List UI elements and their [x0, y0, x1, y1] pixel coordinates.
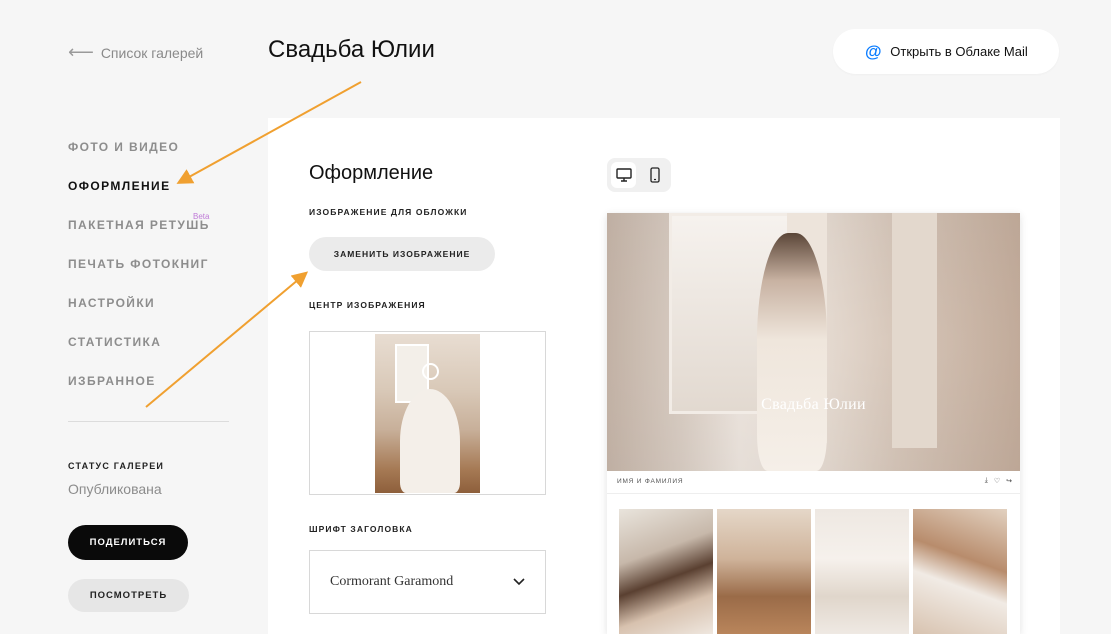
gallery-status-value: Опубликована: [68, 481, 162, 497]
view-button[interactable]: ПОСМОТРЕТЬ: [68, 579, 189, 612]
sidebar-item-batch-retouch[interactable]: ПАКЕТНАЯ РЕТУШЬ Beta: [68, 212, 238, 255]
mobile-preview-button[interactable]: [642, 162, 667, 188]
cover-photo: Свадьба Юлии: [607, 213, 1020, 471]
desktop-preview-button[interactable]: [611, 162, 636, 188]
sidebar-item-settings[interactable]: НАСТРОЙКИ: [68, 294, 238, 333]
sidebar-item-design[interactable]: ОФОРМЛЕНИЕ: [68, 177, 238, 216]
back-to-galleries-link[interactable]: ⟵ Список галерей: [68, 42, 203, 63]
share-icon[interactable]: ↪: [1006, 477, 1012, 485]
heart-icon[interactable]: ♡: [994, 477, 1000, 485]
focus-point-handle[interactable]: [422, 363, 439, 380]
cover-title: Свадьба Юлии: [761, 396, 866, 413]
cover-thumbnail: [375, 334, 480, 493]
gallery-status-label: СТАТУС ГАЛЕРЕИ: [68, 461, 165, 471]
phone-icon: [649, 167, 660, 183]
sidebar-item-photobook-print[interactable]: ПЕЧАТЬ ФОТОКНИГ: [68, 255, 238, 294]
sidebar-item-photo-video[interactable]: ФОТО И ВИДЕО: [68, 138, 238, 177]
sidebar-divider: [68, 421, 229, 422]
replace-image-button[interactable]: ЗАМЕНИТЬ ИЗОБРАЖЕНИЕ: [309, 237, 495, 271]
download-icon[interactable]: ⤓: [985, 477, 988, 485]
monitor-icon: [615, 168, 632, 182]
cover-image-label: ИЗОБРАЖЕНИЕ ДЛЯ ОБЛОЖКИ: [309, 207, 468, 217]
mail-at-icon: @: [864, 41, 883, 61]
section-heading: Оформление: [309, 162, 434, 184]
title-font-label: ШРИФТ ЗАГОЛОВКА: [309, 524, 413, 534]
photo-thumbnail[interactable]: [913, 509, 1007, 634]
open-cloud-label: Открыть в Облаке Mail: [890, 44, 1028, 59]
title-font-value: Cormorant Garamond: [330, 574, 454, 589]
sidebar-item-favorites[interactable]: ИЗБРАННОЕ: [68, 372, 238, 411]
page-title: Свадьба Юлии: [268, 36, 435, 63]
photo-thumbnail[interactable]: [815, 509, 909, 634]
arrow-left-icon: ⟵: [68, 42, 94, 62]
gallery-preview: Свадьба Юлии ИМЯ И ФАМИЛИЯ ⤓ ♡ ↪: [607, 213, 1020, 634]
image-center-picker[interactable]: [309, 331, 546, 495]
chevron-down-icon: [513, 575, 525, 589]
share-button[interactable]: ПОДЕЛИТЬСЯ: [68, 525, 188, 560]
photo-grid: [619, 509, 1007, 634]
title-font-select[interactable]: Cormorant Garamond: [309, 550, 546, 614]
gallery-bar: ИМЯ И ФАМИЛИЯ ⤓ ♡ ↪: [607, 471, 1020, 494]
photo-thumbnail[interactable]: [619, 509, 713, 634]
sidebar-item-statistics[interactable]: СТАТИСТИКА: [68, 333, 238, 372]
beta-badge: Beta: [193, 212, 210, 221]
sidebar-nav: ФОТО И ВИДЕО ОФОРМЛЕНИЕ ПАКЕТНАЯ РЕТУШЬ B…: [68, 138, 238, 411]
photo-thumbnail[interactable]: [717, 509, 811, 634]
open-in-cloud-button[interactable]: @ Открыть в Облаке Mail: [833, 29, 1059, 74]
device-toggle: [607, 158, 671, 192]
back-label: Список галерей: [100, 44, 204, 61]
client-name-placeholder: ИМЯ И ФАМИЛИЯ: [617, 478, 684, 485]
image-center-label: ЦЕНТР ИЗОБРАЖЕНИЯ: [309, 300, 426, 310]
